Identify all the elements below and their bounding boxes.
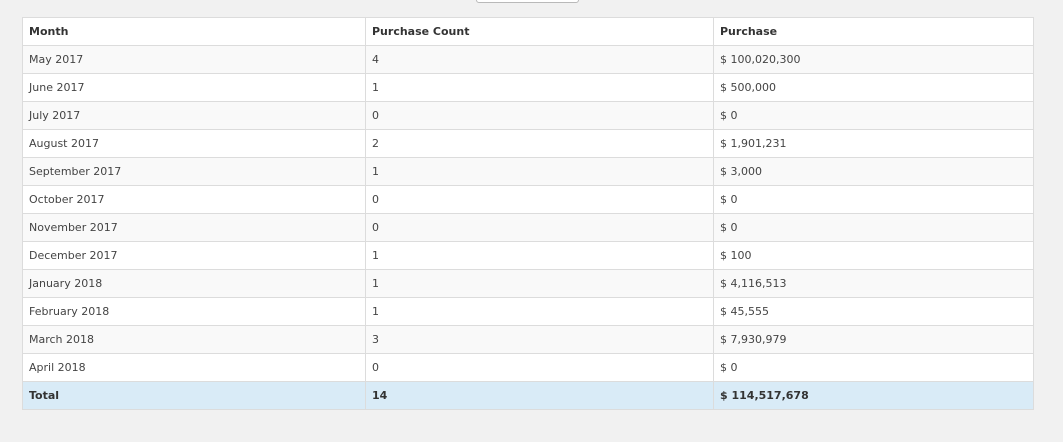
cell-purchase: $ 0 xyxy=(713,213,1034,242)
cell-month: July 2017 xyxy=(22,101,366,130)
table-row: April 2018 0 $ 0 xyxy=(22,353,1034,382)
cell-month: August 2017 xyxy=(22,129,366,158)
cell-purchase: $ 3,000 xyxy=(713,157,1034,186)
table-row: June 2017 1 $ 500,000 xyxy=(22,73,1034,102)
cell-purchase-count: 1 xyxy=(365,297,714,326)
cell-month: October 2017 xyxy=(22,185,366,214)
cell-month: April 2018 xyxy=(22,353,366,382)
cell-purchase-count: 0 xyxy=(365,185,714,214)
total-label: Total xyxy=(22,381,366,410)
cell-month: September 2017 xyxy=(22,157,366,186)
cell-purchase-count: 1 xyxy=(365,241,714,270)
cell-purchase: $ 7,930,979 xyxy=(713,325,1034,354)
header-month[interactable]: Month xyxy=(22,17,366,46)
purchase-table-container: Month Purchase Count Purchase May 2017 4 $… xyxy=(22,17,1034,410)
table-row: May 2017 4 $ 100,020,300 xyxy=(22,45,1034,74)
cell-purchase: $ 0 xyxy=(713,101,1034,130)
cell-purchase: $ 100 xyxy=(713,241,1034,270)
cell-purchase-count: 1 xyxy=(365,269,714,298)
cell-purchase-count: 0 xyxy=(365,213,714,242)
header-row: Month Purchase Count Purchase xyxy=(22,17,1034,46)
cell-purchase: $ 100,020,300 xyxy=(713,45,1034,74)
cell-purchase: $ 1,901,231 xyxy=(713,129,1034,158)
cell-purchase-count: 2 xyxy=(365,129,714,158)
cell-purchase-count: 3 xyxy=(365,325,714,354)
table-row: November 2017 0 $ 0 xyxy=(22,213,1034,242)
table-row: August 2017 2 $ 1,901,231 xyxy=(22,129,1034,158)
table-row: March 2018 3 $ 7,930,979 xyxy=(22,325,1034,354)
cell-purchase: $ 500,000 xyxy=(713,73,1034,102)
total-purchase: $ 114,517,678 xyxy=(713,381,1034,410)
cell-purchase-count: 4 xyxy=(365,45,714,74)
table-row: December 2017 1 $ 100 xyxy=(22,241,1034,270)
total-purchase-count: 14 xyxy=(365,381,714,410)
table-row: October 2017 0 $ 0 xyxy=(22,185,1034,214)
total-row: Total 14 $ 114,517,678 xyxy=(22,381,1034,410)
table-header: Month Purchase Count Purchase xyxy=(22,17,1034,46)
table-row: February 2018 1 $ 45,555 xyxy=(22,297,1034,326)
cell-month: June 2017 xyxy=(22,73,366,102)
header-purchase[interactable]: Purchase xyxy=(713,17,1034,46)
purchase-table: Month Purchase Count Purchase May 2017 4 $… xyxy=(22,17,1034,410)
header-purchase-count[interactable]: Purchase Count xyxy=(365,17,714,46)
table-row: September 2017 1 $ 3,000 xyxy=(22,157,1034,186)
cell-purchase: $ 0 xyxy=(713,185,1034,214)
top-button[interactable] xyxy=(476,0,579,3)
cell-month: May 2017 xyxy=(22,45,366,74)
cell-purchase-count: 0 xyxy=(365,353,714,382)
table-footer: Total 14 $ 114,517,678 xyxy=(22,381,1034,410)
cell-purchase: $ 4,116,513 xyxy=(713,269,1034,298)
cell-purchase: $ 45,555 xyxy=(713,297,1034,326)
table-body: May 2017 4 $ 100,020,300 June 2017 1 $ 500,00… xyxy=(22,45,1034,382)
cell-month: March 2018 xyxy=(22,325,366,354)
table-row: July 2017 0 $ 0 xyxy=(22,101,1034,130)
cell-month: February 2018 xyxy=(22,297,366,326)
cell-purchase-count: 1 xyxy=(365,73,714,102)
cell-month: December 2017 xyxy=(22,241,366,270)
cell-purchase-count: 1 xyxy=(365,157,714,186)
cell-month: November 2017 xyxy=(22,213,366,242)
page: Month Purchase Count Purchase May 2017 4 $… xyxy=(0,0,1063,442)
cell-month: January 2018 xyxy=(22,269,366,298)
cell-purchase-count: 0 xyxy=(365,101,714,130)
table-row: January 2018 1 $ 4,116,513 xyxy=(22,269,1034,298)
cell-purchase: $ 0 xyxy=(713,353,1034,382)
